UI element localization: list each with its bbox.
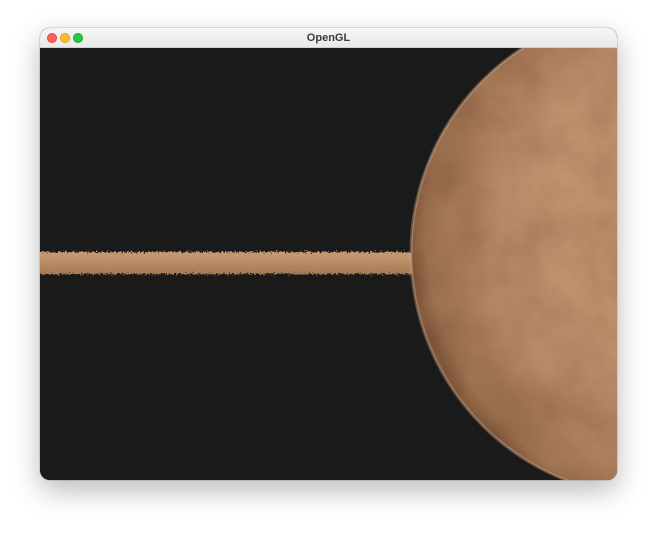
window-title: OpenGL bbox=[306, 32, 351, 44]
render-canvas bbox=[40, 48, 617, 480]
opengl-viewport[interactable] bbox=[40, 48, 617, 480]
planet-ring bbox=[40, 252, 428, 274]
planet-sphere bbox=[409, 48, 617, 480]
opengl-window: OpenGL bbox=[40, 28, 617, 480]
title-bar[interactable]: OpenGL bbox=[40, 28, 617, 48]
